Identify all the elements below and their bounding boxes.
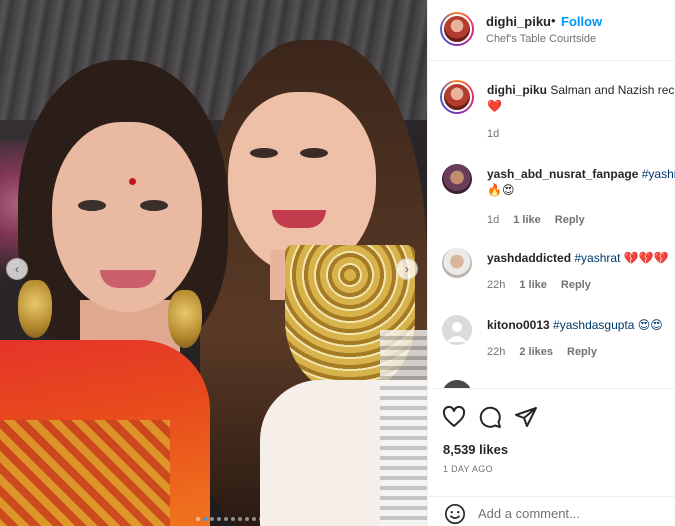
comment-likes[interactable]: 1 like xyxy=(519,279,547,291)
carousel-indicator xyxy=(196,517,263,521)
reply-button[interactable]: Reply xyxy=(555,214,585,226)
follow-button[interactable]: Follow xyxy=(561,14,602,29)
comment-emoji: 🔥😍 xyxy=(487,183,515,197)
chevron-right-icon: › xyxy=(405,262,409,276)
left-earring xyxy=(18,280,52,338)
carousel-prev-button[interactable]: ‹ xyxy=(6,258,28,280)
comment-hashtag[interactable]: #yashrat xyxy=(642,167,675,181)
comment-time[interactable]: 22h xyxy=(487,279,505,291)
left-woman-eye xyxy=(140,200,168,211)
comment-meta: 1d 1 like Reply xyxy=(487,214,585,226)
caption-avatar[interactable] xyxy=(440,80,474,114)
caption-time[interactable]: 1d xyxy=(487,128,499,140)
comment-text: kitono0013 #yashdasgupta 😍😍 xyxy=(487,317,675,334)
bindi xyxy=(129,178,136,185)
comment-text: yash_abd_nusrat_fanpage #yashrat xyxy=(487,166,675,183)
post-side-panel: dighi_piku • Follow Chef's Table Courtsi… xyxy=(427,0,675,526)
emoji-icon[interactable] xyxy=(444,503,466,525)
caption-text: dighi_piku Salman and Nazish rec xyxy=(487,82,675,99)
carousel-dot xyxy=(217,517,221,521)
commenter-avatar[interactable] xyxy=(442,380,472,388)
comment-time[interactable]: 22h xyxy=(487,346,505,358)
carousel-dot xyxy=(238,517,242,521)
comment-hashtag[interactable]: #yashdasgupta 😍😍 xyxy=(553,318,663,332)
reply-button[interactable]: Reply xyxy=(561,279,591,291)
comment-icon[interactable] xyxy=(478,405,502,429)
commenter-avatar[interactable] xyxy=(442,248,472,278)
comment-likes[interactable]: 1 like xyxy=(513,214,541,226)
reply-button[interactable]: Reply xyxy=(567,346,597,358)
comment-username[interactable]: yash_abd_nusrat_fanpage xyxy=(487,167,638,181)
carousel-dot xyxy=(196,517,200,521)
comment-meta: 22h 1 like Reply xyxy=(487,279,591,291)
saree-border xyxy=(0,420,170,526)
carousel-dot xyxy=(252,517,256,521)
carousel-next-button[interactable]: › xyxy=(396,258,418,280)
comment-likes[interactable]: 2 likes xyxy=(519,346,553,358)
commenter-avatar[interactable] xyxy=(442,164,472,194)
caption-content: Salman and Nazish rec xyxy=(550,83,675,97)
add-comment-row xyxy=(428,496,675,526)
post-timestamp[interactable]: 1 DAY AGO xyxy=(443,464,493,474)
share-icon[interactable] xyxy=(514,405,538,429)
comments-list[interactable]: dighi_piku Salman and Nazish rec ❤️ 1d y… xyxy=(428,62,675,388)
commenter-avatar-default[interactable] xyxy=(442,315,472,345)
default-user-icon xyxy=(447,322,467,342)
separator-dot: • xyxy=(551,13,556,28)
carousel-dot-active xyxy=(203,517,207,521)
caption-meta: 1d xyxy=(487,128,499,140)
caption-username[interactable]: dighi_piku xyxy=(487,83,547,97)
dress-mirror-trim xyxy=(380,330,427,526)
carousel-dot xyxy=(259,517,263,521)
chevron-left-icon: ‹ xyxy=(15,262,19,276)
comment-username[interactable]: kitono0013 xyxy=(487,318,550,332)
author-username[interactable]: dighi_piku xyxy=(486,14,551,29)
carousel-dot xyxy=(224,517,228,521)
likes-count[interactable]: 8,539 likes xyxy=(443,442,508,457)
comment-text: yashdaddicted #yashrat 💔💔💔 xyxy=(487,250,675,267)
post-header: dighi_piku • Follow Chef's Table Courtsi… xyxy=(428,0,675,61)
caption-emoji: ❤️ xyxy=(487,99,502,113)
post-actions: 8,539 likes 1 DAY AGO xyxy=(428,388,675,526)
add-comment-input[interactable] xyxy=(478,502,668,524)
right-earring xyxy=(168,290,202,348)
author-avatar[interactable] xyxy=(440,12,474,46)
heart-icon[interactable] xyxy=(442,405,466,429)
post-photo[interactable]: ‹ › xyxy=(0,0,427,526)
comment-meta: 22h 2 likes Reply xyxy=(487,346,597,358)
location-link[interactable]: Chef's Table Courtside xyxy=(486,33,596,45)
comment-username[interactable]: yashdaddicted xyxy=(487,251,571,265)
carousel-dot xyxy=(210,517,214,521)
right-woman-eye xyxy=(250,148,278,158)
carousel-dot xyxy=(231,517,235,521)
comment-time[interactable]: 1d xyxy=(487,214,499,226)
right-woman-eye xyxy=(300,148,328,158)
left-woman-eye xyxy=(78,200,106,211)
carousel-dot xyxy=(245,517,249,521)
comment-hashtag[interactable]: #yashrat 💔💔💔 xyxy=(574,251,668,265)
